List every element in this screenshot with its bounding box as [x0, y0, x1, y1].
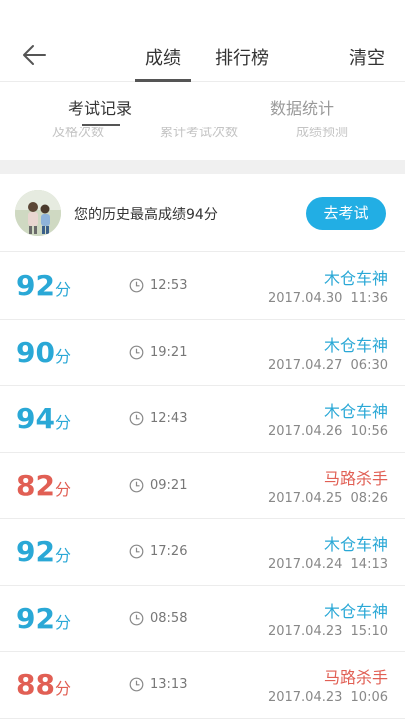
clock-icon	[129, 345, 144, 360]
record-datetime: 2017.04.25 08:26	[268, 491, 388, 506]
record-title: 马路杀手	[323, 468, 388, 488]
subtab-data-stats[interactable]: 数据统计	[270, 95, 334, 119]
score-value: 92	[16, 535, 55, 568]
tab-scores-indicator	[135, 79, 191, 82]
subtab-bar: 考试记录 数据统计	[0, 83, 405, 127]
score-unit: 分	[54, 679, 71, 698]
stat-label-pass-count: 及格次数	[52, 127, 105, 140]
tab-scores[interactable]: 成绩	[145, 44, 181, 70]
record-time: 08:26	[350, 490, 388, 506]
score-value: 82	[16, 468, 55, 502]
record-time: 11:36	[350, 291, 388, 306]
record-title: 木仓车神	[323, 335, 388, 355]
subtab-indicator	[82, 124, 120, 126]
record-date: 2017.04.25	[267, 490, 343, 506]
best-score-text: 您的历史最高成绩94分	[74, 207, 218, 223]
score-value: 88	[16, 668, 55, 701]
score-unit: 分	[54, 479, 71, 499]
record-datetime: 2017.04.26 10:56	[268, 424, 388, 439]
record-date: 2017.04.24	[267, 557, 343, 572]
score-unit: 分	[54, 280, 71, 299]
record-time: 06:30	[350, 357, 388, 373]
record-duration: 17:26	[150, 544, 188, 559]
stat-label-total-exams: 累计考试次数	[160, 127, 239, 140]
back-arrow-icon[interactable]	[20, 40, 50, 70]
exam-record-row[interactable]: 92分 12:53 木仓车神 2017.04.30 11:36	[0, 253, 405, 320]
record-score: 92分	[16, 601, 71, 638]
record-datetime: 2017.04.23 15:10	[268, 624, 388, 639]
record-title: 木仓车神	[323, 269, 388, 288]
record-title: 木仓车神	[323, 402, 388, 421]
record-datetime: 2017.04.30 11:36	[268, 291, 388, 306]
score-unit: 分	[54, 546, 71, 565]
record-title: 木仓车神	[323, 601, 388, 621]
score-value: 94	[16, 402, 55, 435]
subtab-exam-records[interactable]: 考试记录	[68, 95, 132, 119]
record-duration: 13:13	[150, 677, 188, 692]
clock-icon	[129, 544, 144, 559]
score-value: 92	[16, 601, 55, 635]
exam-record-row[interactable]: 90分 19:21 木仓车神 2017.04.27 06:30	[0, 319, 405, 386]
record-datetime: 2017.04.24 14:13	[268, 557, 388, 572]
clock-icon	[129, 411, 144, 426]
record-time: 10:06	[350, 690, 388, 705]
score-unit: 分	[54, 413, 71, 432]
stat-label-prediction: 成绩预测	[296, 127, 349, 140]
exam-record-list: 92分 12:53 木仓车神 2017.04.30 11:36 90分 19:2…	[0, 253, 405, 719]
score-unit: 分	[54, 346, 71, 366]
record-datetime: 2017.04.23 10:06	[268, 690, 388, 705]
record-duration: 12:43	[150, 411, 188, 426]
avatar	[15, 190, 61, 236]
record-score: 92分	[16, 537, 71, 571]
clock-icon	[129, 677, 144, 692]
clock-icon	[129, 278, 144, 293]
stats-peek-row: 及格次数 累计考试次数 成绩预测	[0, 127, 405, 141]
record-score: 94分	[16, 404, 71, 438]
clear-button[interactable]: 清空	[349, 44, 385, 70]
record-date: 2017.04.23	[267, 690, 343, 705]
record-score: 92分	[16, 271, 71, 305]
score-value: 92	[16, 269, 55, 302]
clock-icon	[129, 611, 144, 626]
record-date: 2017.04.30	[267, 291, 343, 306]
tab-leaderboard[interactable]: 排行榜	[215, 44, 269, 70]
section-divider	[0, 160, 405, 174]
record-score: 90分	[16, 335, 71, 372]
exam-record-row[interactable]: 94分 12:43 木仓车神 2017.04.26 10:56	[0, 386, 405, 453]
record-date: 2017.04.23	[267, 623, 343, 639]
exam-record-row[interactable]: 92分 17:26 木仓车神 2017.04.24 14:13	[0, 519, 405, 586]
score-value: 90	[16, 335, 55, 369]
top-bar: 成绩 排行榜 清空	[0, 0, 405, 82]
record-duration: 19:21	[150, 344, 188, 360]
record-time: 14:13	[350, 557, 388, 572]
exam-record-row[interactable]: 82分 09:21 马路杀手 2017.04.25 08:26	[0, 452, 405, 519]
record-duration: 09:21	[150, 477, 188, 493]
record-time: 10:56	[350, 424, 388, 439]
record-datetime: 2017.04.27 06:30	[268, 358, 388, 373]
record-time: 15:10	[350, 623, 388, 639]
clock-icon	[129, 478, 144, 493]
record-score: 82分	[16, 468, 71, 505]
take-exam-button[interactable]: 去考试	[306, 197, 386, 230]
score-unit: 分	[54, 612, 71, 632]
record-duration: 12:53	[150, 278, 188, 293]
exam-record-row[interactable]: 92分 08:58 木仓车神 2017.04.23 15:10	[0, 585, 405, 652]
record-title: 木仓车神	[323, 535, 388, 554]
record-duration: 08:58	[150, 610, 188, 626]
exam-record-row[interactable]: 88分 13:13 马路杀手 2017.04.23 10:06	[0, 652, 405, 719]
record-date: 2017.04.26	[267, 424, 343, 439]
record-score: 88分	[16, 670, 71, 704]
best-score-row: 您的历史最高成绩94分 去考试	[0, 174, 405, 252]
record-date: 2017.04.27	[267, 357, 343, 373]
record-title: 马路杀手	[323, 668, 388, 687]
